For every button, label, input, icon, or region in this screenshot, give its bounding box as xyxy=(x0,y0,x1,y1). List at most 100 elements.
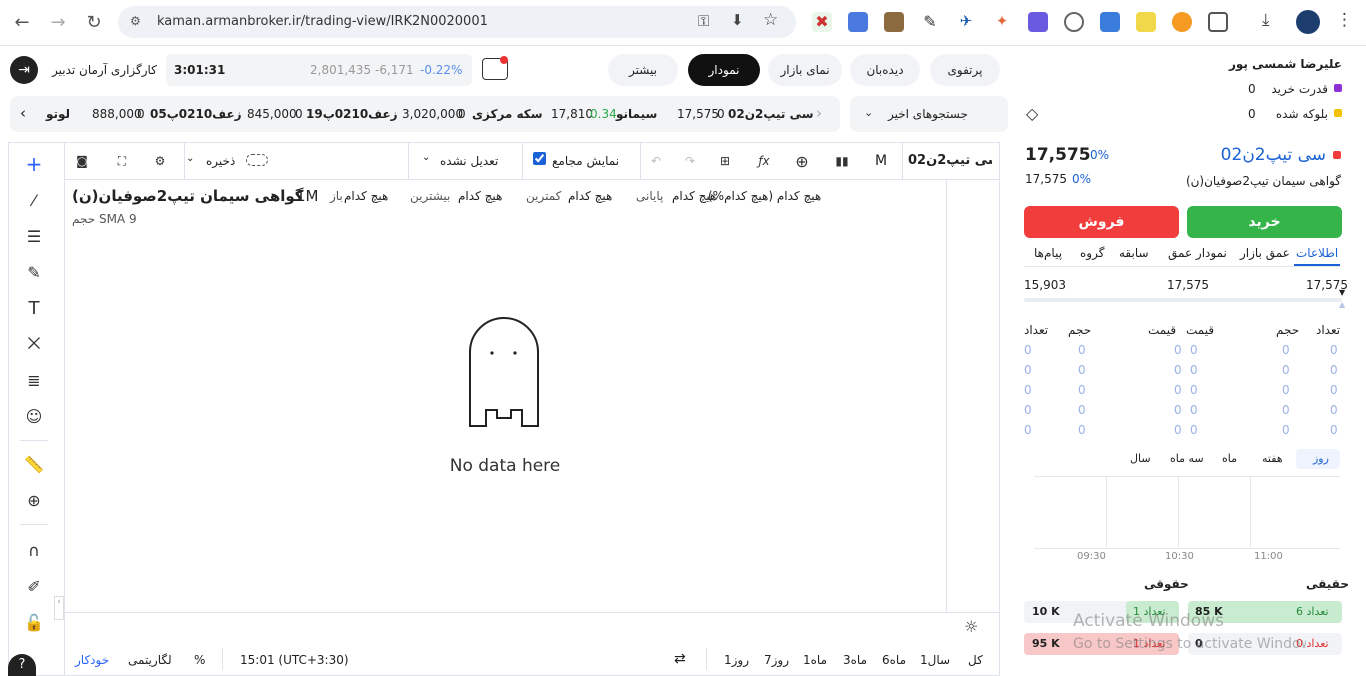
log-toggle[interactable]: لگاریتمی xyxy=(128,653,172,667)
sell-button[interactable]: فروش xyxy=(1024,206,1179,238)
range-6m[interactable]: 6ماه xyxy=(882,653,906,667)
install-icon[interactable]: ⬇ xyxy=(731,11,744,29)
js-extension-icon[interactable] xyxy=(1136,12,1156,32)
ticker-item-name[interactable]: لوتو xyxy=(46,107,70,121)
indicators-fx-icon[interactable]: ƒx xyxy=(750,147,778,175)
chart-symbol-input[interactable]: سی تیپ2ن02 xyxy=(908,153,992,168)
trend-line-icon[interactable]: ⁄ xyxy=(20,186,48,214)
site-info-icon[interactable]: ⚙ xyxy=(130,14,144,28)
buy-button[interactable]: خرید xyxy=(1187,206,1342,238)
plane-extension-icon[interactable]: ✈ xyxy=(956,12,976,32)
nav-chart[interactable]: نمودار xyxy=(688,54,760,86)
pattern-icon[interactable]: ⨉ xyxy=(20,330,48,358)
show-aggregate-checkbox[interactable] xyxy=(533,152,546,165)
forward-icon[interactable]: → xyxy=(44,8,72,36)
unlock-icon[interactable]: 🔓 xyxy=(20,608,48,636)
tab-depth-chart[interactable]: نمودار عمق xyxy=(1168,246,1227,260)
nav-watchlist[interactable]: دیده‌بان xyxy=(850,54,920,86)
tab-history[interactable]: سابقه xyxy=(1119,246,1149,260)
ticker-item-qty: 0 xyxy=(137,107,145,121)
extension-x-icon[interactable]: ✖ xyxy=(812,12,832,32)
layout-grid-icon[interactable]: ⊞ xyxy=(711,147,739,175)
ruler-icon[interactable]: 📏 xyxy=(20,450,48,478)
key-icon[interactable]: ⚿ xyxy=(698,12,709,30)
range-7d[interactable]: 7روز xyxy=(764,653,789,667)
tab-info[interactable]: اطلاعات xyxy=(1296,246,1338,260)
d-extension-icon[interactable] xyxy=(1028,12,1048,32)
ticker-prev-icon[interactable]: ‹ xyxy=(20,104,26,122)
browser-menu-icon[interactable]: ⋮ xyxy=(1336,10,1353,30)
back-icon[interactable]: ← xyxy=(8,8,36,36)
tab-group[interactable]: گروه xyxy=(1080,246,1104,260)
range-1y[interactable]: 1سال xyxy=(920,653,950,667)
fib-lines-icon[interactable]: ☰ xyxy=(20,222,48,250)
downloads-icon[interactable]: ⤓ xyxy=(1262,10,1270,30)
settings-gear-icon[interactable]: ⚙ xyxy=(146,147,174,175)
screenshot-icon[interactable]: ◙ xyxy=(68,147,96,175)
symbol-title[interactable]: سی تیپ2ن02 xyxy=(1221,145,1326,165)
tab-messages[interactable]: پیام‌ها xyxy=(1034,246,1062,260)
collapse-toolbar-icon[interactable]: ‹ xyxy=(54,596,64,620)
zoom-icon[interactable]: ⊕ xyxy=(20,486,48,514)
period-month[interactable]: ماه xyxy=(1222,452,1237,465)
save-label[interactable]: ذخیره xyxy=(206,154,235,168)
ticker-item-name[interactable]: زعف0210پ05 xyxy=(150,107,242,121)
undo-icon[interactable]: ↶ xyxy=(642,147,670,175)
nav-portfolio[interactable]: پرتفوی xyxy=(930,54,1000,86)
period-week[interactable]: هفته xyxy=(1262,452,1283,465)
logout-icon[interactable]: ⇥ xyxy=(10,56,38,84)
auto-toggle[interactable]: خودکار xyxy=(75,653,109,667)
adjust-dropdown[interactable]: تعدیل نشده xyxy=(440,154,498,168)
interval-selector[interactable]: M xyxy=(875,153,887,169)
brush-icon[interactable]: ✎ xyxy=(20,258,48,286)
url-text[interactable]: kaman.armanbroker.ir/trading-view/IRK2N0… xyxy=(157,14,488,29)
reload-icon[interactable]: ↻ xyxy=(80,8,108,36)
show-aggregate-label[interactable]: نمایش مجامع xyxy=(552,154,619,168)
emoji-icon[interactable]: ☺ xyxy=(20,402,48,430)
crosshair-icon[interactable]: + xyxy=(20,150,48,178)
ticker-item-name[interactable]: سی تیپ2ن02 xyxy=(728,107,814,121)
percent-toggle[interactable]: % xyxy=(194,653,205,667)
extensions-puzzle-icon[interactable] xyxy=(1208,12,1228,32)
range-all[interactable]: کل xyxy=(968,653,983,667)
code-extension-icon[interactable] xyxy=(1100,12,1120,32)
timezone-label[interactable]: 15:01 (UTC+3:30) xyxy=(240,653,349,667)
chevron-down-icon[interactable]: ⌄ xyxy=(422,152,430,163)
candles-icon[interactable]: ▮▮ xyxy=(828,147,856,175)
diamond-icon[interactable]: ◇ xyxy=(1026,104,1038,123)
redo-icon[interactable]: ↷ xyxy=(676,147,704,175)
period-year[interactable]: سال xyxy=(1130,452,1151,465)
ticker-item-name[interactable]: سیمانو xyxy=(616,107,657,121)
ticker-item-name[interactable]: زعف0210پ19 xyxy=(306,107,398,121)
nav-market-view[interactable]: نمای بازار xyxy=(768,54,842,86)
scale-settings-icon[interactable]: ☼ xyxy=(964,617,978,636)
wordpress-extension-icon[interactable] xyxy=(1064,12,1084,32)
mini-chart-gridline xyxy=(1106,476,1107,548)
seo-extension-icon[interactable] xyxy=(1172,12,1192,32)
chevron-down-icon[interactable]: ⌄ xyxy=(186,153,194,164)
translate-extension-icon[interactable] xyxy=(848,12,868,32)
active-tab-indicator xyxy=(1294,264,1340,266)
range-1d[interactable]: 1روز xyxy=(724,653,749,667)
rocket-extension-icon[interactable]: ✦ xyxy=(992,12,1012,32)
prediction-icon[interactable]: ≣ xyxy=(20,366,48,394)
ticker-item-name[interactable]: سکه مرکزی xyxy=(472,107,543,121)
range-1m[interactable]: 1ماه xyxy=(803,653,827,667)
ticker-next-icon[interactable]: › xyxy=(816,104,822,122)
date-range-icon[interactable]: ⇄ xyxy=(674,651,686,667)
help-icon[interactable]: ? xyxy=(8,654,36,676)
profile-avatar[interactable] xyxy=(1296,10,1320,34)
bookmark-star-icon[interactable]: ☆ xyxy=(763,10,778,30)
eyedropper-extension-icon[interactable]: ✎ xyxy=(920,12,940,32)
compare-add-icon[interactable]: ⊕ xyxy=(788,147,816,175)
text-tool-icon[interactable]: T xyxy=(20,294,48,322)
tab-market-depth[interactable]: عمق بازار xyxy=(1240,246,1290,260)
fullscreen-icon[interactable]: ⛶ xyxy=(108,147,136,175)
nav-more[interactable]: بیشتر xyxy=(608,54,678,86)
magnet-icon[interactable]: ∩ xyxy=(20,536,48,564)
period-quarter[interactable]: سه ماه xyxy=(1170,452,1204,465)
period-day[interactable]: روز xyxy=(1313,452,1329,465)
range-3m[interactable]: 3ماه xyxy=(843,653,867,667)
lock-drawing-icon[interactable]: ✐ xyxy=(20,572,48,600)
image-extension-icon[interactable] xyxy=(884,12,904,32)
